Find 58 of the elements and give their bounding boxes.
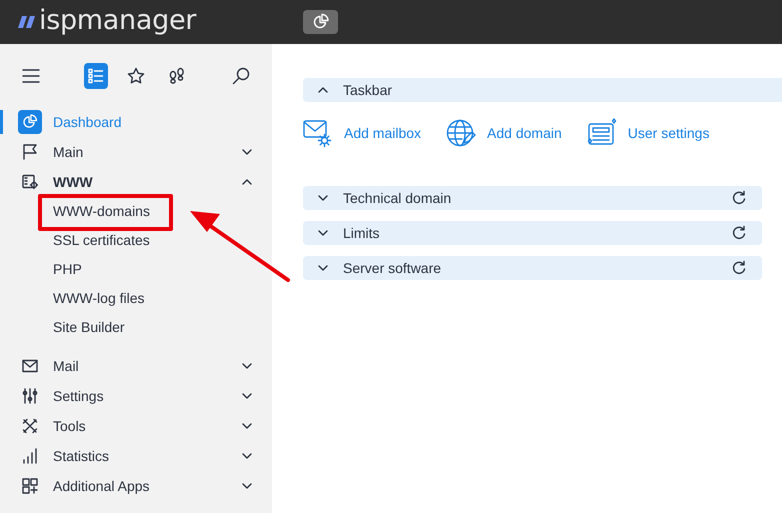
action-link[interactable]: Add mailbox — [303, 118, 422, 148]
globe-pen-icon — [446, 118, 476, 148]
search-icon — [232, 67, 250, 85]
chevron-down-icon — [242, 363, 252, 369]
list-button[interactable] — [84, 63, 108, 89]
logo-mark-icon — [18, 15, 36, 29]
nav-item[interactable]: Tools — [0, 411, 272, 441]
nav-subitem[interactable]: PHP — [0, 255, 272, 284]
envelope-gear-icon — [303, 118, 333, 148]
chevron-down-icon — [242, 483, 252, 489]
chevron-down-icon — [242, 149, 252, 155]
taskbar-header[interactable]: Taskbar — [303, 78, 782, 102]
footprints-icon — [168, 67, 186, 85]
nav-item[interactable]: Main — [0, 137, 272, 167]
nav-item[interactable]: Dashboard — [0, 107, 272, 137]
refresh-button[interactable] — [731, 190, 747, 206]
chevron-down-icon — [318, 230, 328, 236]
sliders-icon — [22, 388, 38, 404]
pie-chart-icon — [312, 12, 330, 30]
section-header[interactable]: Technical domain — [303, 186, 762, 210]
chevron-up-icon — [318, 87, 328, 93]
chevron-down-icon — [318, 195, 328, 201]
refresh-icon — [731, 190, 747, 206]
chevron-down-icon — [318, 265, 328, 271]
nav-item[interactable]: Settings — [0, 381, 272, 411]
nav-subitem[interactable]: WWW-log files — [0, 284, 272, 313]
apps-grid-icon — [22, 478, 38, 494]
server-gear-icon — [22, 174, 38, 190]
nav-subitem[interactable]: WWW-domains — [0, 197, 272, 226]
section-header[interactable]: Limits — [303, 221, 762, 245]
envelope-icon — [22, 359, 38, 373]
nav-item[interactable]: Additional Apps — [0, 471, 272, 501]
refresh-icon — [731, 260, 747, 276]
star-icon — [127, 67, 145, 85]
logo-text: ispmanager — [39, 6, 196, 36]
bar-chart-icon — [22, 448, 38, 464]
list-icon — [88, 68, 104, 84]
refresh-button[interactable] — [731, 225, 747, 241]
chevron-down-icon — [242, 423, 252, 429]
menu-icon — [22, 69, 40, 83]
nav-subitem[interactable]: SSL certificates — [0, 226, 272, 255]
dashboard-button[interactable] — [303, 10, 338, 34]
action-link[interactable]: Add domain — [446, 118, 562, 148]
nav-item[interactable]: Mail — [0, 351, 272, 381]
tools-icon — [22, 418, 38, 434]
selection-bar — [0, 110, 3, 134]
nav-item[interactable]: WWW — [0, 167, 272, 197]
chevron-down-icon — [242, 393, 252, 399]
nav-subitem[interactable]: Site Builder — [0, 313, 272, 342]
refresh-button[interactable] — [731, 260, 747, 276]
nav-item[interactable]: Statistics — [0, 441, 272, 471]
section-header[interactable]: Server software — [303, 256, 762, 280]
flag-icon — [22, 144, 38, 160]
chevron-down-icon — [242, 453, 252, 459]
action-link[interactable]: User settings — [586, 118, 710, 148]
chevron-up-icon — [242, 179, 252, 185]
pie-chart-icon — [18, 110, 42, 134]
refresh-icon — [731, 225, 747, 241]
